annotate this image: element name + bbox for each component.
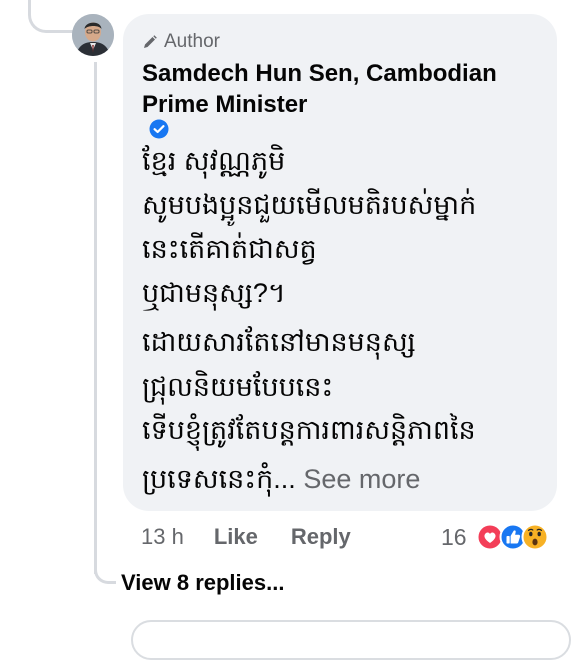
comment-text-line: ខ្មែរ សុវណ្ណភូមិ bbox=[142, 146, 286, 176]
comment-timestamp[interactable]: 13 h bbox=[141, 524, 184, 550]
wow-reaction-icon bbox=[521, 523, 549, 551]
author-name[interactable]: Samdech Hun Sen, Cambodian Prime Ministe… bbox=[142, 58, 542, 120]
reply-button[interactable]: Reply bbox=[291, 524, 351, 550]
love-reaction-icon bbox=[476, 523, 504, 551]
view-replies-link[interactable]: View 8 replies... bbox=[121, 570, 284, 596]
like-button[interactable]: Like bbox=[214, 524, 258, 550]
author-badge: Author bbox=[142, 30, 220, 54]
comment-text-last-line: ប្រទេសនេះកុំ... See more bbox=[142, 462, 420, 496]
comment-text-line: ឬជាមនុស្ស?។ bbox=[142, 278, 286, 308]
reaction-count[interactable]: 16 bbox=[441, 522, 467, 552]
thread-connector-line bbox=[94, 62, 97, 574]
see-more-link[interactable]: See more bbox=[303, 464, 420, 494]
verified-badge-icon bbox=[149, 119, 169, 139]
next-comment-box bbox=[131, 620, 571, 660]
comment-text-line: សូមបងប្អូនជួយមើលមតិរបស់ម្នាក់ bbox=[142, 190, 477, 220]
author-avatar[interactable] bbox=[72, 14, 114, 56]
comment-text-line: នេះតើគាត់ជាសត្វ bbox=[142, 234, 317, 264]
pencil-icon bbox=[144, 35, 157, 48]
comment-text-line: ដោយសារតែនៅមានមនុស្ស bbox=[142, 327, 416, 357]
comment-text-truncated: ប្រទេសនេះកុំ... bbox=[142, 464, 296, 494]
reaction-icons[interactable] bbox=[475, 523, 565, 551]
comment-text-line: ទើបខ្ញុំត្រូវតែបន្តការពារសន្តិភាពនៃ bbox=[142, 415, 476, 445]
comment-actions: 13 h Like Reply bbox=[141, 522, 351, 552]
avatar-portrait bbox=[72, 14, 114, 56]
author-badge-label: Author bbox=[164, 31, 220, 52]
comment-text-line: ជ្រុលនិយមបែបនេះ bbox=[142, 372, 334, 402]
thread-connector-replies bbox=[94, 560, 116, 584]
